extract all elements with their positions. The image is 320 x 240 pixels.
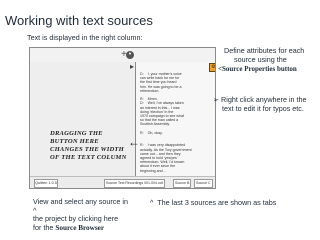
left-arrow-icon: ← — [128, 135, 140, 149]
right-click-note: ➢ Right click anywhere in the text to ed… — [213, 95, 307, 113]
bullet-arrow-icon: ➢ — [213, 95, 220, 104]
right-note-line-1: Right click anywhere in the — [221, 95, 307, 104]
source-tab[interactable]: Source C — [194, 179, 213, 188]
source-properties-button[interactable]: ⚙ — [209, 63, 215, 72]
source-properties-text: Source Properties button — [222, 65, 297, 73]
define-line-1: Define attributes for each — [224, 46, 305, 55]
source-icon[interactable]: • — [126, 51, 134, 59]
source-browser-label: Source Browser — [55, 223, 105, 232]
tabs-note-text: The last 3 sources are shown as tabs — [157, 198, 277, 207]
tabs-note: ^ The last 3 sources are shown as tabs — [150, 198, 276, 207]
source-browser-button[interactable]: Quitten 1.0.5 — [34, 179, 58, 188]
slide-subtitle: Text is displayed in the right column: — [27, 33, 143, 42]
tabs-caret: ^ — [150, 198, 154, 207]
text-line[interactable]: beginning and... — [140, 169, 192, 173]
drag-annotation: Dragging the button here changes the wid… — [50, 130, 127, 161]
bottom-left-line-4: for the — [33, 222, 56, 232]
bottom-left-line-1: View and select any source in — [33, 197, 128, 206]
app-screenshot: + • ▸ ⚙ D: I, your mother's voice can wri… — [29, 47, 216, 189]
slide-title: Working with text sources — [5, 13, 153, 28]
status-bar: Quitten 1.0.5 Source Text Recordings 001… — [30, 176, 215, 188]
right-note-line-2: text to edit it for typos etc. — [222, 104, 304, 113]
source-browser-note: View and select any source in ^ the proj… — [33, 197, 128, 232]
source-tab[interactable]: Source B — [173, 179, 192, 188]
expand-arrow-icon[interactable]: ▸ — [130, 62, 134, 71]
source-text[interactable]: D: I, your mother's voice can write back … — [140, 72, 192, 173]
source-properties-label: <Source Properties button — [218, 65, 297, 73]
define-line-2: source using the — [234, 55, 287, 64]
text-column[interactable]: ⚙ D: I, your mother's voice can write bac… — [136, 62, 215, 176]
app-toolbar: + • — [30, 48, 215, 63]
define-attributes-note: Define attributes for each source using … — [224, 46, 304, 64]
source-tab[interactable]: Source Text Recordings 001-004.odt — [104, 179, 165, 188]
